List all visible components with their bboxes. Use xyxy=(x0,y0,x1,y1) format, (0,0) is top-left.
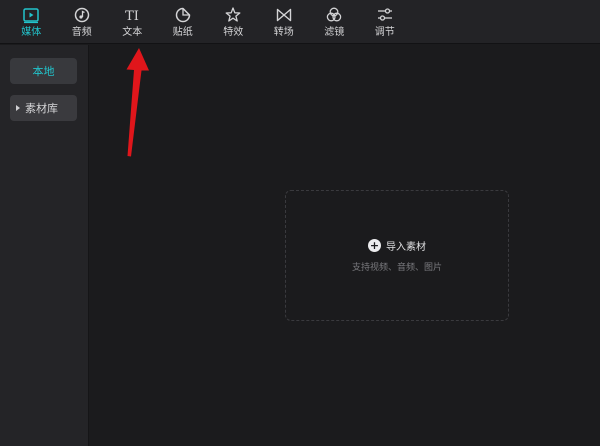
tab-adjust-label: 调节 xyxy=(374,27,395,38)
plus-icon: + xyxy=(368,239,381,252)
tab-media-label: 媒体 xyxy=(21,27,42,38)
tab-media[interactable]: 媒体 xyxy=(6,0,57,44)
sticker-icon xyxy=(175,7,190,23)
adjust-sliders-icon xyxy=(377,8,392,21)
tab-filter-label: 滤镜 xyxy=(324,27,345,38)
effects-star-icon xyxy=(225,7,241,22)
tab-transition-label: 转场 xyxy=(273,27,294,38)
media-panel: + 导入素材 支持视频、音频、图片 xyxy=(90,45,600,446)
transition-bowtie-icon xyxy=(276,8,291,22)
caret-right-icon xyxy=(16,105,20,111)
import-media-button[interactable]: + 导入素材 xyxy=(368,238,426,253)
tab-sticker[interactable]: 贴纸 xyxy=(158,0,209,44)
tab-transition[interactable]: 转场 xyxy=(259,0,310,44)
tab-effects[interactable]: 特效 xyxy=(208,0,259,44)
filter-circles-icon xyxy=(326,7,342,22)
tab-effects-label: 特效 xyxy=(223,27,244,38)
top-toolbar: 媒体 音频 TI 文本 贴纸 特效 转场 滤镜 调节 xyxy=(0,0,600,44)
tab-sticker-label: 贴纸 xyxy=(172,27,193,38)
tab-filter[interactable]: 滤镜 xyxy=(309,0,360,44)
tab-audio-label: 音频 xyxy=(71,27,92,38)
text-ti-icon: TI xyxy=(125,9,139,24)
media-sidebar: 本地 素材库 xyxy=(0,45,89,446)
sidebar-item-library[interactable]: 素材库 xyxy=(10,95,77,121)
sidebar-item-local[interactable]: 本地 xyxy=(10,58,77,84)
tab-text-label: 文本 xyxy=(122,27,143,38)
sidebar-item-local-label: 本地 xyxy=(32,65,55,78)
media-play-icon xyxy=(23,8,39,24)
tab-audio[interactable]: 音频 xyxy=(57,0,108,44)
svg-text:TI: TI xyxy=(125,9,139,24)
sidebar-item-library-label: 素材库 xyxy=(25,102,58,115)
import-dropzone[interactable]: + 导入素材 支持视频、音频、图片 xyxy=(285,190,509,321)
import-media-label: 导入素材 xyxy=(386,242,426,253)
tab-adjust[interactable]: 调节 xyxy=(360,0,411,44)
import-hint: 支持视频、音频、图片 xyxy=(351,263,442,273)
audio-note-icon xyxy=(74,7,89,23)
tab-text[interactable]: TI 文本 xyxy=(107,0,158,44)
